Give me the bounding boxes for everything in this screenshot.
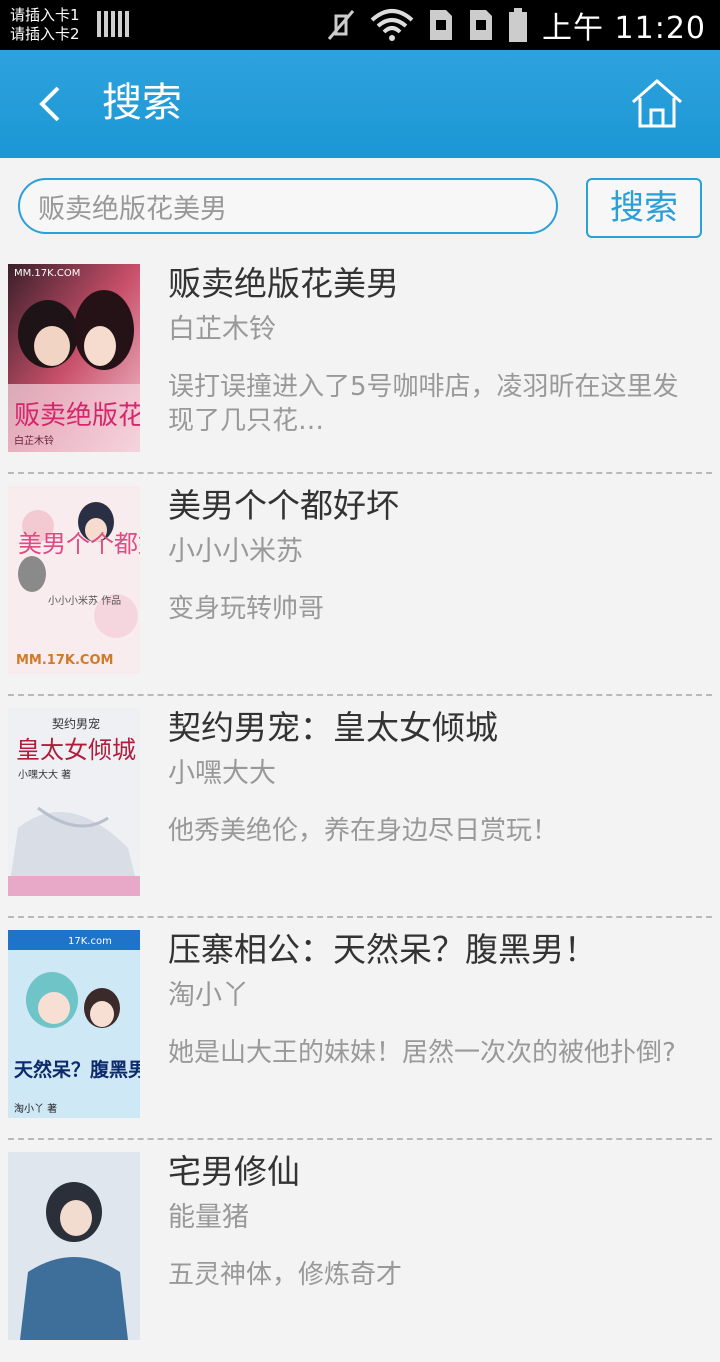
- list-item[interactable]: 契约男宠 皇太女倾城 小嘿大大 著 契约男宠：皇太女倾城 小嘿大大 他秀美绝伦，…: [0, 696, 720, 918]
- book-title[interactable]: 契约男宠：皇太女倾城: [168, 706, 498, 750]
- sim-status: 请插入卡1 请插入卡2: [10, 6, 80, 44]
- page-title: 搜索: [102, 80, 182, 126]
- battery-icon: [509, 8, 527, 42]
- home-icon[interactable]: [630, 78, 684, 130]
- search-button[interactable]: 搜索: [586, 178, 702, 238]
- book-description: 误打误撞进入了5号咖啡店，凌羽昕在这里发现了几只花…: [168, 372, 679, 436]
- list-item[interactable]: 宅男修仙 能量猪 五灵神体，修炼奇才: [0, 1140, 720, 1362]
- cover-author: 白芷木铃: [14, 434, 54, 447]
- cover-title: 美男个个都好坏: [18, 530, 140, 558]
- list-item[interactable]: 美男个个都好坏 小小小米苏 作品 MM.17K.COM 美男个个都好坏 小小小米…: [0, 474, 720, 696]
- search-results-list: MM.17K.COM 贩卖绝版花美男 白芷木铃 贩卖绝版花美男 白芷木铃 误打误…: [0, 252, 720, 1362]
- cover-title: 天然呆？腹黑男！: [14, 1058, 140, 1081]
- book-cover[interactable]: [8, 1152, 140, 1340]
- sim2-status-text: 请插入卡2: [10, 25, 80, 43]
- cover-title: 皇太女倾城: [16, 736, 136, 764]
- status-clock: 上午 11:20: [542, 11, 706, 46]
- cover-title: 贩卖绝版花美男: [14, 401, 140, 431]
- back-arrow-icon[interactable]: [34, 80, 74, 128]
- book-author: 小嘿大大: [168, 758, 276, 789]
- book-cover[interactable]: 契约男宠 皇太女倾城 小嘿大大 著: [8, 708, 140, 896]
- sim-card-icon: [430, 10, 452, 40]
- status-bar: 请插入卡1 请插入卡2 上午 11:20: [0, 0, 720, 50]
- cover-author: 小小小米苏 作品: [48, 594, 121, 607]
- list-item[interactable]: MM.17K.COM 贩卖绝版花美男 白芷木铃 贩卖绝版花美男 白芷木铃 误打误…: [0, 252, 720, 474]
- book-author: 白芷木铃: [168, 314, 276, 345]
- book-title[interactable]: 贩卖绝版花美男: [168, 262, 399, 306]
- sim-card-icon: [470, 10, 492, 40]
- sim1-status-text: 请插入卡1: [10, 6, 80, 24]
- cover-site-label: MM.17K.COM: [14, 268, 80, 279]
- search-input[interactable]: [18, 178, 558, 234]
- book-cover[interactable]: 美男个个都好坏 小小小米苏 作品 MM.17K.COM: [8, 486, 140, 674]
- cover-site-label: MM.17K.COM: [16, 653, 113, 668]
- book-description: 她是山大王的妹妹！居然一次次的被他扑倒?: [168, 1038, 676, 1068]
- book-title[interactable]: 压寨相公：天然呆？腹黑男！: [168, 928, 597, 972]
- book-description: 五灵神体，修炼奇才: [168, 1260, 403, 1290]
- book-description: 变身玩转帅哥: [168, 594, 325, 624]
- book-author: 小小小米苏: [168, 536, 303, 567]
- cover-author: 淘小丫 著: [14, 1102, 57, 1115]
- book-cover[interactable]: 17K.com 天然呆？腹黑男！ 淘小丫 著: [8, 930, 140, 1118]
- signal-bars-icon: [97, 11, 129, 37]
- book-author: 淘小丫: [168, 980, 249, 1011]
- wifi-icon: [370, 9, 414, 41]
- book-title[interactable]: 美男个个都好坏: [168, 484, 399, 528]
- book-cover[interactable]: MM.17K.COM 贩卖绝版花美男 白芷木铃: [8, 264, 140, 452]
- cover-site-label: 17K.com: [68, 936, 112, 947]
- cover-site-label: 契约男宠: [52, 716, 100, 731]
- app-header: 搜索: [0, 50, 720, 158]
- book-description: 他秀美绝伦，养在身边尽日赏玩！: [168, 816, 559, 846]
- mute-icon: [327, 10, 355, 40]
- book-author: 能量猪: [168, 1202, 249, 1233]
- book-title[interactable]: 宅男修仙: [168, 1150, 300, 1194]
- cover-author: 小嘿大大 著: [18, 768, 71, 781]
- list-item[interactable]: 17K.com 天然呆？腹黑男！ 淘小丫 著 压寨相公：天然呆？腹黑男！ 淘小丫…: [0, 918, 720, 1140]
